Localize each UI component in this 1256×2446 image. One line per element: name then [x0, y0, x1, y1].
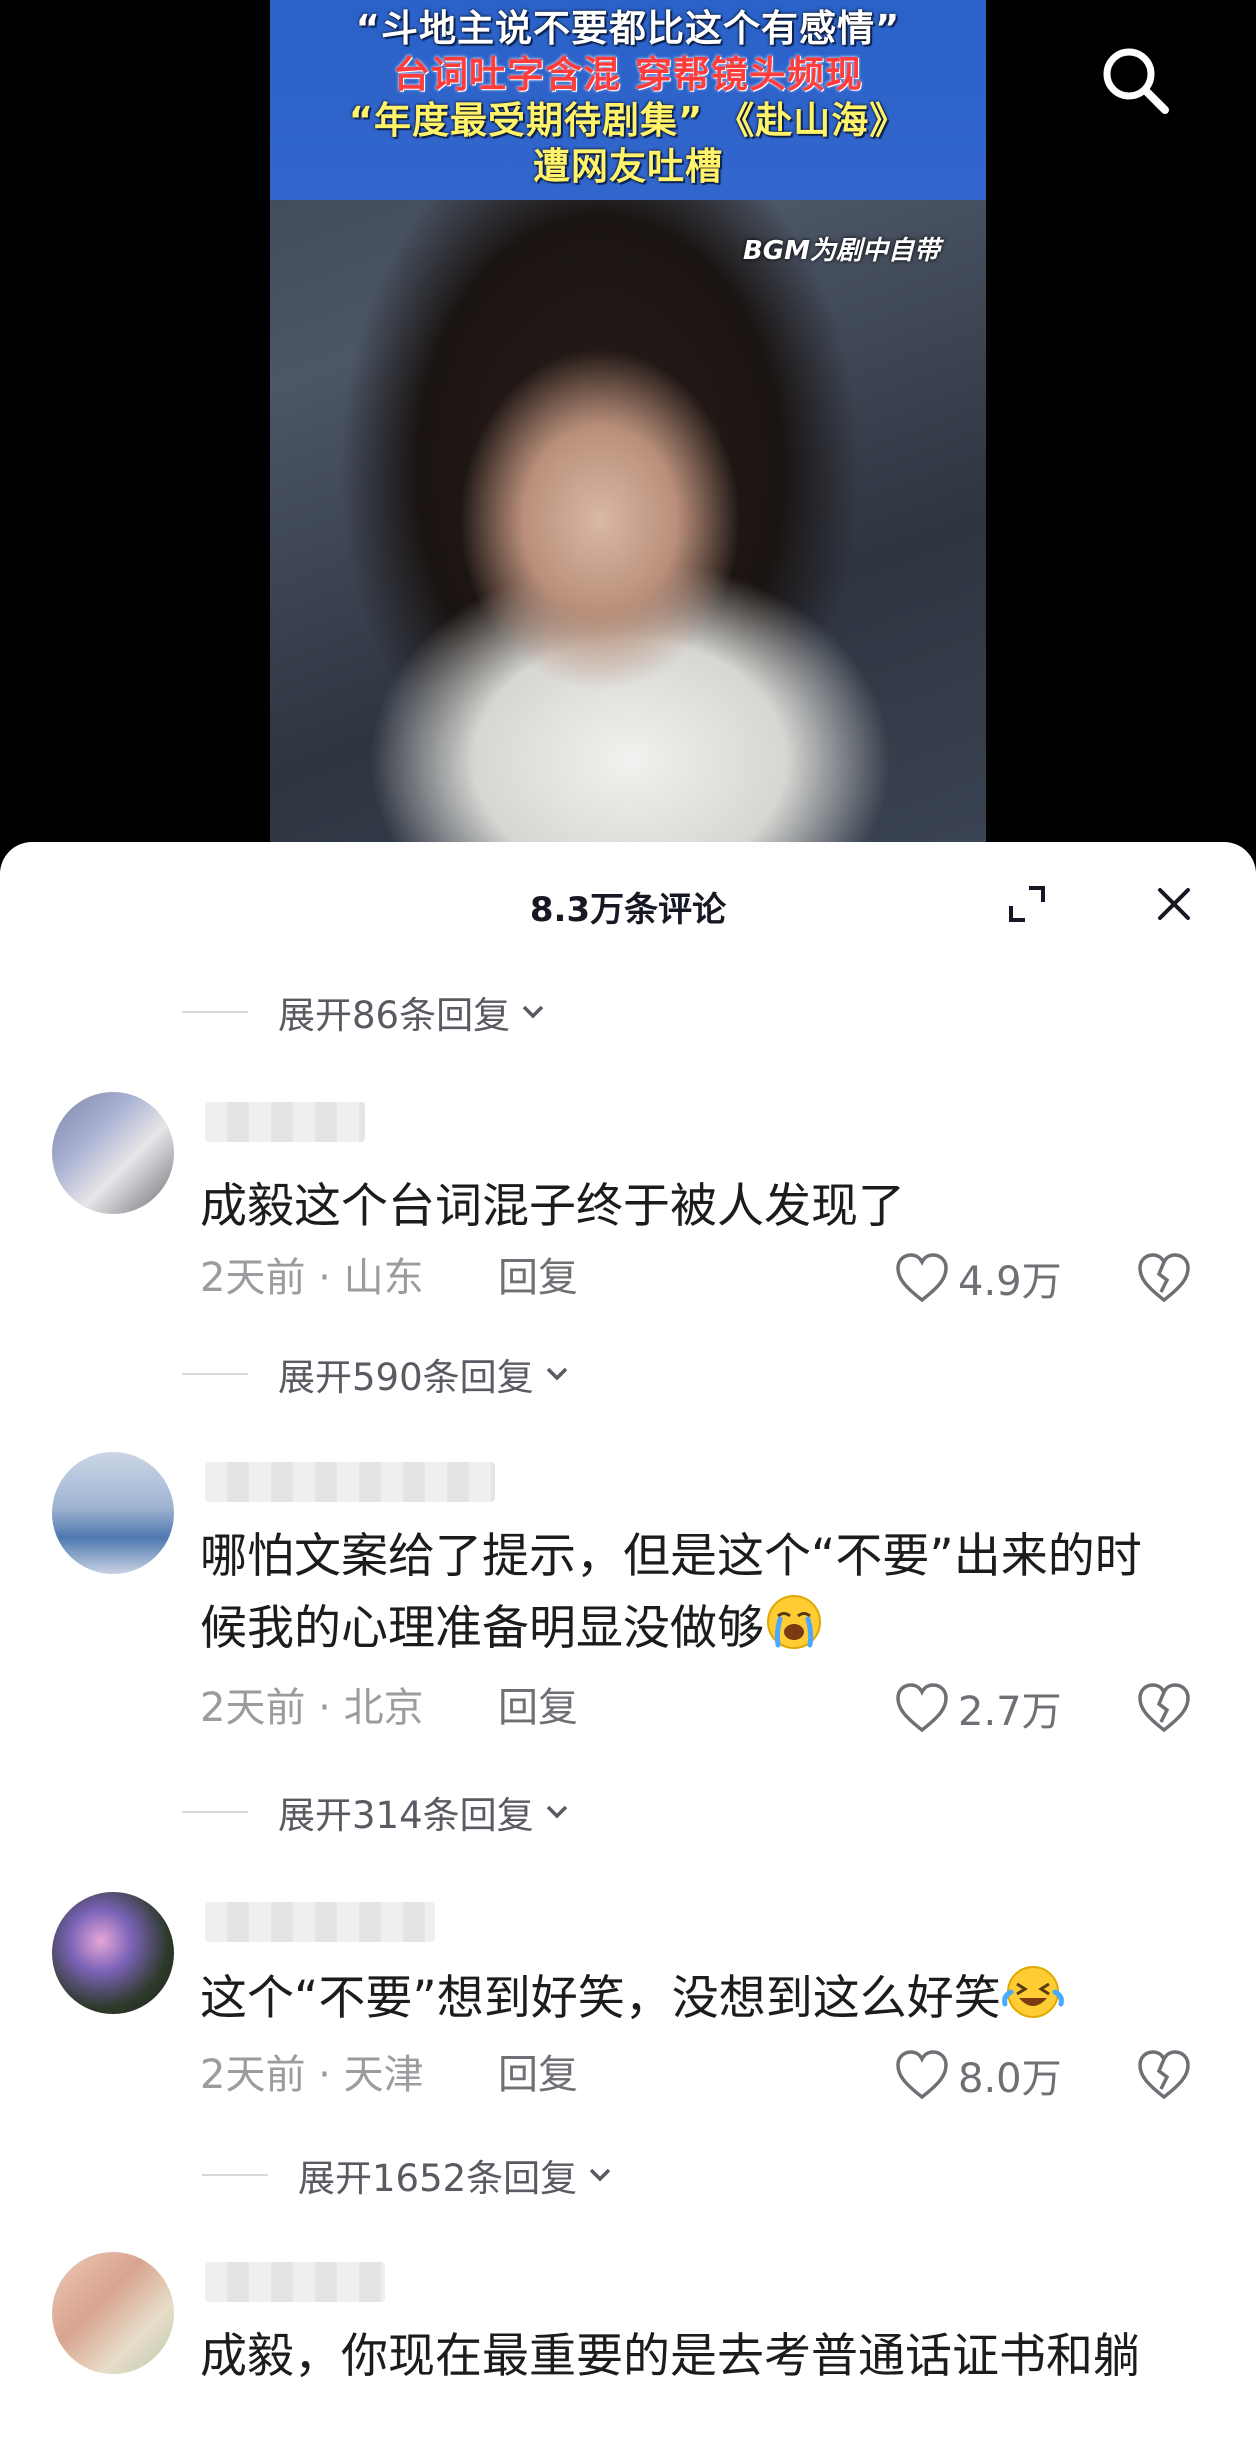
comment-text: 成毅这个台词混子终于被人发现了 — [200, 1179, 905, 1234]
like-count: 2.7万 — [958, 1689, 1062, 1735]
broken-heart-icon — [1138, 1683, 1190, 1733]
divider-dash — [182, 1373, 248, 1375]
avatar[interactable] — [52, 1892, 174, 2014]
comment-sheet: 8.3万条评论 展开86条回复 成毅这个台词混子终于被人发现了 2天前 · 山东 — [0, 842, 1256, 2446]
chevron-down-icon — [546, 1805, 567, 1819]
comment-meta: 2天前 · 北京 回复 2.7万 — [200, 1680, 1220, 1736]
like-button[interactable]: 2.7万 — [894, 1680, 1062, 1736]
close-icon — [1158, 888, 1190, 920]
divider-dash — [182, 1811, 248, 1813]
search-icon — [1103, 48, 1169, 114]
like-count: 8.0万 — [958, 2056, 1062, 2102]
avatar[interactable] — [52, 1452, 174, 1574]
close-button[interactable] — [1152, 882, 1196, 926]
dislike-button[interactable] — [1136, 2049, 1192, 2105]
comment-text-line: 哪怕文案给了提示，但是这个“不要”出来的时 — [200, 1529, 1142, 1584]
video-caption-banner: “斗地主说不要都比这个有感情” 台词吐字含混 穿帮镜头频现 “年度最受期待剧集”… — [270, 0, 986, 200]
comment-text: 这个“不要”想到好笑，没想到这么好笑 — [200, 1962, 1220, 2034]
reply-button[interactable]: 回复 — [498, 1250, 578, 1306]
expand-replies-button[interactable]: 展开590条回复 — [182, 1349, 574, 1399]
like-count: 4.9万 — [958, 1259, 1062, 1305]
comment-text: 成毅，你现在最重要的是去考普通话证书和躺 — [200, 2329, 1140, 2384]
username-blurred[interactable] — [205, 1462, 495, 1502]
expand-replies-label: 展开86条回复 — [278, 994, 511, 1037]
divider-dash — [202, 2174, 268, 2176]
dislike-button[interactable] — [1136, 1682, 1192, 1738]
divider-dash — [182, 1011, 248, 1013]
username-blurred[interactable] — [205, 2262, 385, 2302]
chevron-down-icon — [589, 2168, 611, 2182]
username-blurred[interactable] — [205, 1902, 435, 1942]
banner-line-4: 遭网友吐槽 — [533, 145, 723, 188]
comment-count-title: 8.3万条评论 — [529, 890, 727, 930]
bgm-tag: BGM为剧中自带 — [742, 236, 940, 266]
expand-replies-label: 展开1652条回复 — [298, 2157, 578, 2200]
comment-text-segment: 这个“不要”想到好笑，没想到这么好笑 — [200, 1971, 1001, 2026]
heart-icon — [896, 2050, 948, 2100]
crying-laughing-emoji-icon — [1001, 1966, 1064, 2018]
broken-heart-icon — [1138, 1253, 1190, 1303]
comment-sheet-header: 8.3万条评论 — [0, 842, 1256, 952]
reply-button[interactable]: 回复 — [498, 1680, 578, 1736]
banner-line-2: 台词吐字含混 穿帮镜头频现 — [393, 53, 863, 96]
banner-line-1: “斗地主说不要都比这个有感情” — [355, 7, 901, 50]
chevron-down-icon — [546, 1367, 567, 1381]
fullscreen-button[interactable] — [1005, 882, 1049, 926]
video-frame[interactable]: “斗地主说不要都比这个有感情” 台词吐字含混 穿帮镜头频现 “年度最受期待剧集”… — [270, 0, 986, 850]
expand-replies-label: 展开590条回复 — [278, 1356, 534, 1399]
comment-item: 哪怕文案给了提示，但是这个“不要”出来的时 候我的心理准备明显没做够 2天前 ·… — [0, 1452, 1256, 1735]
heart-icon — [896, 1253, 948, 1303]
avatar[interactable] — [52, 1092, 174, 1214]
heart-icon — [896, 1683, 948, 1733]
like-button[interactable]: 4.9万 — [894, 1250, 1062, 1306]
dislike-button[interactable] — [1136, 1252, 1192, 1308]
comment-time-location: 2天前 · 山东 — [200, 1255, 424, 1301]
comment-item: 成毅这个台词混子终于被人发现了 2天前 · 山东 回复 4.9万 — [0, 1092, 1256, 1305]
banner-line-3: “年度最受期待剧集” 《赴山海》 — [348, 99, 908, 142]
video-player[interactable]: “斗地主说不要都比这个有感情” 台词吐字含混 穿帮镜头频现 “年度最受期待剧集”… — [0, 0, 1256, 860]
comment-item: 成毅，你现在最重要的是去考普通话证书和躺 — [0, 2252, 1256, 2446]
comment-text-segment: 候我的心理准备明显没做够 — [200, 1601, 764, 1656]
expand-replies-button[interactable]: 展开314条回复 — [182, 1787, 574, 1837]
reply-button[interactable]: 回复 — [498, 2047, 578, 2103]
comment-time-location: 2天前 · 天津 — [200, 2052, 424, 2098]
fullscreen-icon — [1009, 886, 1045, 922]
expand-replies-button[interactable]: 展开86条回复 — [182, 987, 550, 1037]
comment-text-line: 候我的心理准备明显没做够 — [200, 1592, 1220, 1664]
comment-time-location: 2天前 · 北京 — [200, 1685, 424, 1731]
avatar[interactable] — [52, 2252, 174, 2374]
comment-item: 这个“不要”想到好笑，没想到这么好笑 2天前 · 天津 回复 8.0万 — [0, 1892, 1256, 2102]
comment-meta: 2天前 · 山东 回复 4.9万 — [200, 1250, 1220, 1306]
chevron-down-icon — [522, 1005, 544, 1019]
search-button[interactable] — [1097, 42, 1173, 118]
broken-heart-icon — [1138, 2050, 1190, 2100]
username-blurred[interactable] — [205, 1102, 365, 1142]
expand-replies-label: 展开314条回复 — [278, 1794, 534, 1837]
comment-text: 哪怕文案给了提示，但是这个“不要”出来的时 候我的心理准备明显没做够 — [200, 1522, 1220, 1664]
loudly-crying-emoji-icon — [767, 1595, 821, 1649]
comment-meta: 2天前 · 天津 回复 8.0万 — [200, 2047, 1220, 2103]
expand-replies-button[interactable]: 展开1652条回复 — [202, 2150, 617, 2200]
like-button[interactable]: 8.0万 — [894, 2047, 1062, 2103]
